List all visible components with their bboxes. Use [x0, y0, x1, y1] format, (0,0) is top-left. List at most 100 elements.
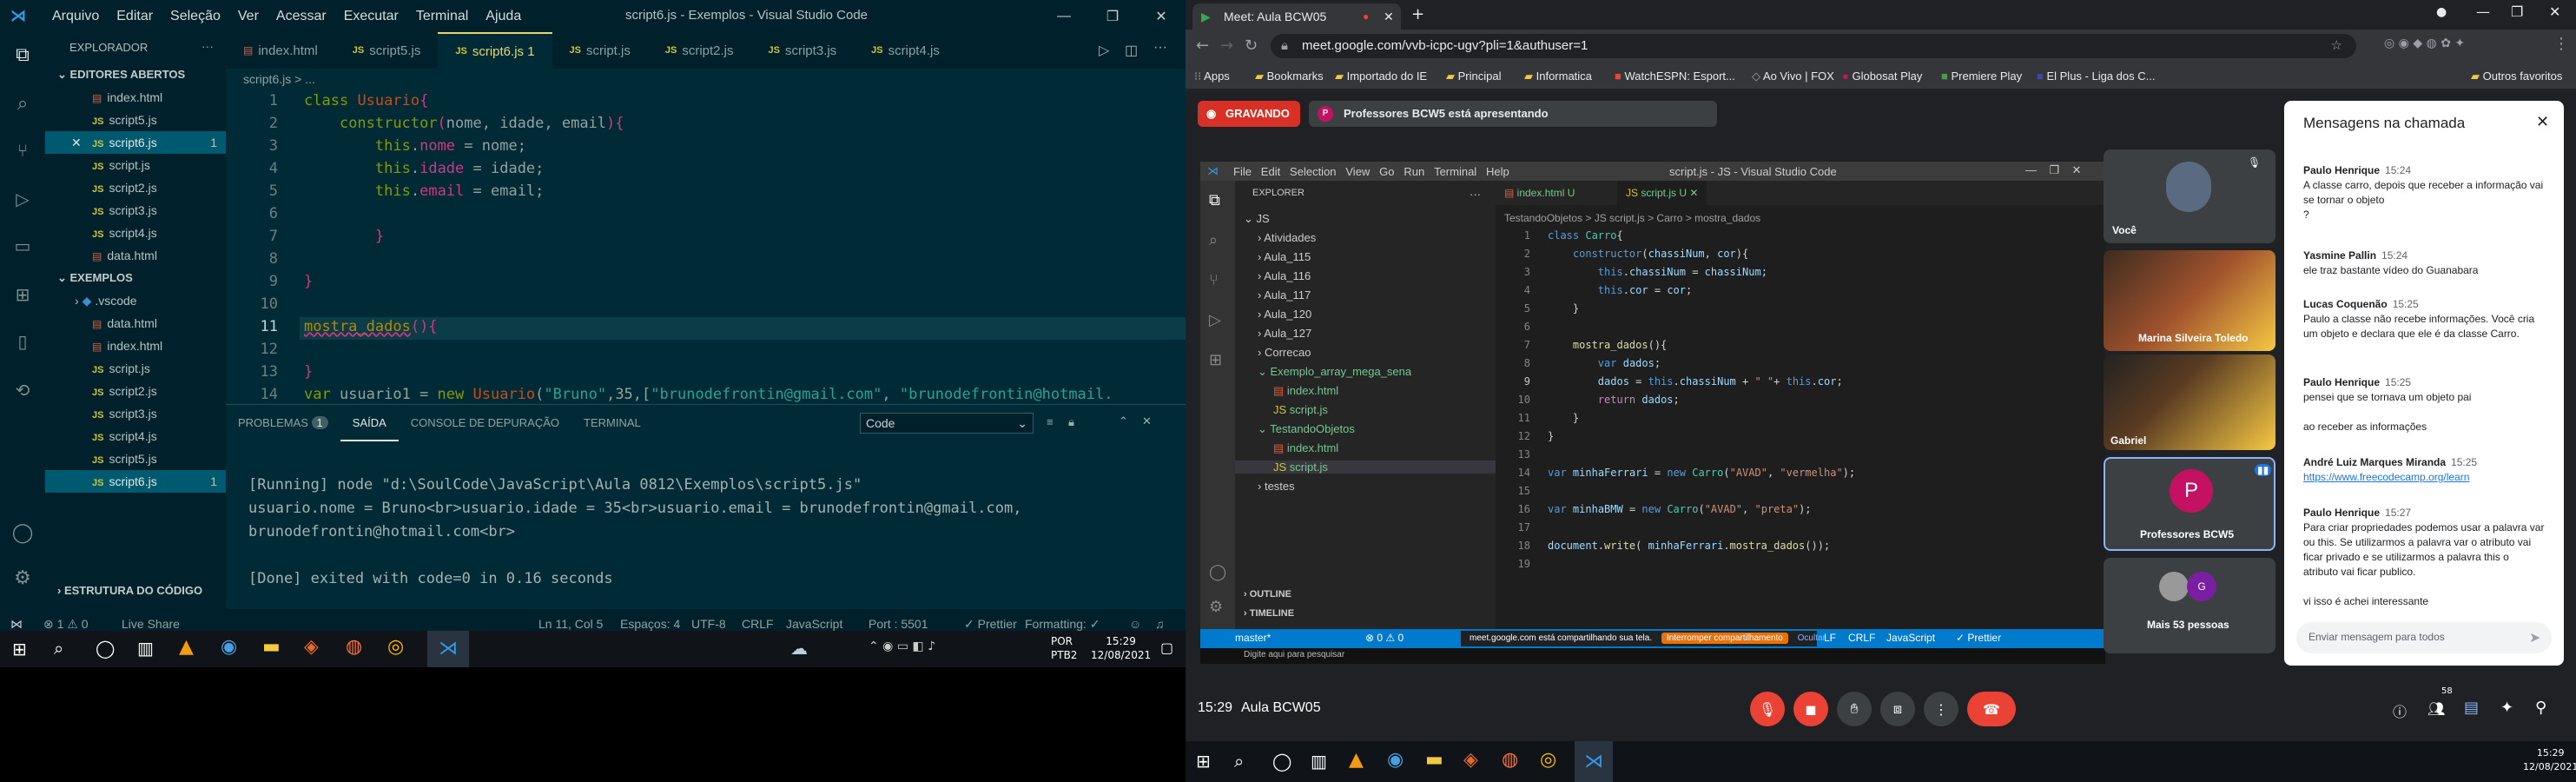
participant-tile-presenter[interactable]: P ▮▮ Professores BCW5 — [2104, 457, 2275, 551]
bookmark-item[interactable]: ▰ Informatica — [1524, 70, 1592, 83]
present-button[interactable]: ⧈ — [1880, 692, 1915, 726]
mic-off-button[interactable]: 🎙︎ — [1750, 692, 1785, 726]
bookmark-item[interactable]: ▰ Principal — [1446, 70, 1501, 83]
lock-meeting-icon[interactable]: ⚲ — [2535, 699, 2546, 717]
participant-tile-gabriel[interactable]: Gabriel — [2104, 355, 2275, 450]
vlc-icon[interactable]: ▲ — [179, 636, 194, 658]
bookmark-item[interactable]: ● Globosat Play — [1842, 70, 1922, 83]
people-icon[interactable]: 👥︎ — [2427, 700, 2445, 717]
tab-index-html[interactable]: ▤ index.html — [226, 32, 335, 69]
search-icon[interactable]: ⌕ — [1234, 751, 1244, 772]
close-panel-icon[interactable]: ✕ — [1142, 414, 1152, 428]
file-item[interactable]: JS script2.js — [45, 380, 226, 402]
chat-input[interactable]: Enviar mensagem para todos ➤ — [2296, 622, 2552, 653]
tab-terminal[interactable]: TERMINAL — [571, 405, 653, 441]
cortana-icon[interactable]: ◯ — [1272, 751, 1291, 772]
folder-item[interactable]: › ◆ .vscode — [45, 289, 226, 312]
vlc-icon[interactable]: ▲ — [1349, 749, 1364, 771]
meeting-info-icon[interactable]: ⓘ — [2393, 700, 2407, 721]
tab-script6[interactable]: JS script6.js 1 — [438, 32, 552, 69]
bookmark-item[interactable]: ◇ Ao Vivo | FOX — [1752, 70, 1834, 83]
menu-editar[interactable]: Editar — [108, 9, 162, 24]
tab-problems[interactable]: PROBLEMAS 1 — [226, 405, 340, 441]
open-editors-section[interactable]: ⌄ EDITORES ABERTOS — [45, 63, 226, 86]
encoding[interactable]: UTF-8 — [691, 617, 726, 631]
tab-meet[interactable]: ▶ Meet: Aula BCW05 ● ✕ — [1192, 3, 1401, 30]
windows-start-icon[interactable]: ⊞ — [1196, 751, 1211, 772]
chrome-menu-icon[interactable]: ⋮ — [2553, 35, 2569, 53]
live-share-icon[interactable]: ⟲ — [9, 376, 36, 404]
close-tab-icon[interactable]: ✕ — [1384, 3, 1394, 30]
run-debug-icon[interactable]: ▷ — [9, 185, 36, 213]
edge-icon[interactable]: ◉ — [221, 636, 237, 658]
notification-icon[interactable]: ▢ — [1160, 640, 1173, 656]
file-item[interactable]: ▤ data.html — [45, 312, 226, 335]
remote-icon[interactable]: ⋈ — [10, 617, 23, 632]
eol[interactable]: CRLF — [742, 617, 774, 631]
app-icon[interactable]: ◈ — [304, 636, 319, 658]
chat-icon[interactable]: ▤ — [2464, 699, 2479, 717]
activities-icon[interactable]: ✦ — [2500, 699, 2513, 717]
file-explorer-icon[interactable]: ▬ — [1425, 749, 1443, 771]
windows-start-icon[interactable]: ⊞ — [12, 639, 27, 659]
tab-script5[interactable]: JS script5.js — [335, 32, 439, 69]
extension-icons[interactable]: ◎ ◉ ◆ ◍ ✿ ✦ — [2384, 36, 2465, 50]
chrome-icon[interactable]: ◎ — [1540, 749, 1556, 771]
camera-off-button[interactable]: ◼ — [1793, 692, 1828, 726]
bookmark-item[interactable]: ▰ Importado do IE — [1335, 70, 1427, 83]
menu-arquivo[interactable]: Arquivo — [43, 9, 108, 24]
menu-terminal[interactable]: Terminal — [407, 9, 477, 24]
code-editor[interactable]: 1 2 3 4 5 6 7 8 9 10 11 12 13 14 class U… — [226, 89, 1186, 404]
app-icon[interactable]: ◈ — [1463, 749, 1478, 771]
participant-tile-marina[interactable]: Marina Silveira Toledo — [2104, 250, 2275, 351]
source-control-icon[interactable]: ⑂ — [9, 136, 36, 164]
language-mode[interactable]: JavaScript — [786, 617, 842, 631]
open-file-item-active[interactable]: ✕ JS script6.js 1 — [45, 131, 226, 154]
open-file-item[interactable]: ▤ data.html — [45, 244, 226, 267]
bookmark-item[interactable]: ▰ Bookmarks — [1255, 70, 1324, 83]
tab-script2[interactable]: JS script2.js — [648, 32, 751, 69]
back-icon[interactable]: ← — [1196, 36, 1209, 55]
forward-icon[interactable]: → — [1220, 36, 1233, 55]
notification-bell-icon[interactable]: ♫ — [1155, 617, 1165, 631]
address-bar[interactable]: 🔒︎ meet.google.com/vvb-icpc-ugv?pli=1&au… — [1271, 34, 2356, 58]
tab-script3[interactable]: JS script3.js — [751, 32, 855, 69]
formatting-status[interactable]: Formatting: ✓ — [1025, 617, 1100, 632]
run-icon[interactable]: ▷ — [1099, 42, 1109, 59]
open-file-item[interactable]: JS script.js — [45, 154, 226, 176]
menu-ajuda[interactable]: Ajuda — [477, 9, 530, 24]
menu-acessar[interactable]: Acessar — [268, 9, 335, 24]
lock-icon[interactable]: 🔒︎ — [1068, 415, 1074, 429]
maximize-panel-icon[interactable]: ⌃ — [1119, 414, 1128, 428]
raise-hand-button[interactable]: ✋︎ — [1837, 692, 1872, 726]
cursor-position[interactable]: Ln 11, Col 5 — [538, 617, 603, 631]
tab-output[interactable]: SAÍDA — [340, 405, 399, 441]
open-file-item[interactable]: JS script4.js — [45, 222, 226, 244]
more-actions-icon[interactable]: ··· — [1153, 40, 1167, 56]
indentation[interactable]: Espaços: 4 — [620, 617, 680, 631]
tab-script4[interactable]: JS script4.js — [854, 32, 957, 69]
minimize-button[interactable]: — — [1040, 0, 1088, 32]
output-channel-select[interactable]: Code ⌄ — [860, 413, 1034, 434]
tray-icons[interactable]: ⌃ ◉ ▭ ◧ ♪ — [869, 640, 935, 653]
menu-selecao[interactable]: Seleção — [162, 9, 229, 24]
breadcrumb[interactable]: script6.js > ... — [226, 69, 1186, 89]
open-file-item[interactable]: ▤ index.html — [45, 86, 226, 109]
settings-gear-icon[interactable]: ⚙ — [9, 564, 36, 592]
file-item[interactable]: JS script3.js — [45, 402, 226, 425]
close-icon[interactable]: ✕ — [71, 131, 82, 154]
problems-status[interactable]: ⊗ 1 ⚠ 0 — [43, 617, 89, 632]
open-file-item[interactable]: JS script2.js — [45, 176, 226, 199]
taskbar-clock[interactable]: 15:29 12/08/2021 — [1091, 634, 1151, 662]
menu-ver[interactable]: Ver — [229, 9, 268, 24]
extensions-icon[interactable]: ⊞ — [9, 281, 36, 308]
bookmark-item[interactable]: ▰ Outros favoritos — [2471, 70, 2562, 83]
file-item[interactable]: JS script5.js — [45, 447, 226, 470]
account-icon[interactable]: ☺ — [1129, 617, 1141, 631]
more-actions-icon[interactable]: ··· — [201, 39, 214, 53]
new-tab-icon[interactable]: + — [1411, 5, 1424, 23]
bookmark-icon[interactable]: ▯ — [9, 328, 36, 355]
tab-script[interactable]: JS script.js — [552, 32, 648, 69]
examples-section[interactable]: ⌄ EXEMPLOS — [45, 267, 226, 289]
explorer-icon[interactable]: ⧉ — [9, 41, 36, 69]
